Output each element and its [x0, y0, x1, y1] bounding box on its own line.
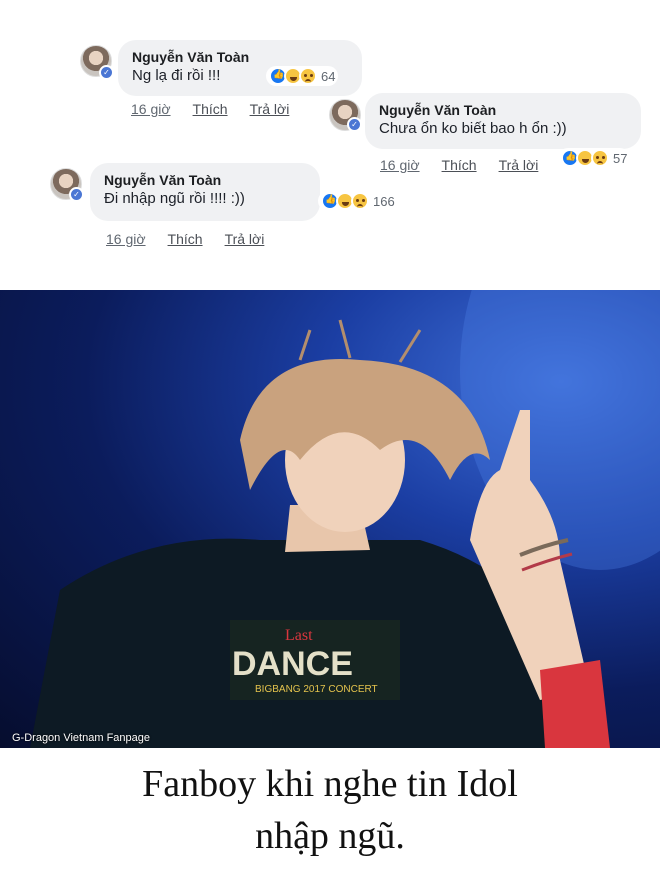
comment-actions: 16 giờ Thích Trả lời — [131, 101, 289, 117]
reactions-summary[interactable]: 64 — [266, 66, 339, 86]
reaction-count: 57 — [613, 150, 628, 166]
comment-text: Đi nhập ngũ rồi !!!! :)) — [104, 190, 245, 207]
caption-line-2: nhập ngũ. — [255, 815, 405, 857]
verified-icon: ✓ — [99, 65, 114, 80]
like-button[interactable]: Thích — [193, 101, 228, 117]
photo-illustration: Last DANCE BIGBANG 2017 CONCERT — [30, 290, 660, 748]
shirt-text-main: DANCE — [232, 645, 353, 683]
comment-author[interactable]: Nguyễn Văn Toàn — [379, 101, 627, 119]
comment-time[interactable]: 16 giờ — [131, 101, 171, 117]
reaction-count: 166 — [373, 193, 395, 209]
photo-watermark: G-Dragon Vietnam Fanpage — [12, 732, 150, 744]
caption-line-1: Fanboy khi nghe tin Idol — [142, 763, 518, 805]
like-button[interactable]: Thích — [168, 231, 203, 247]
comment-time[interactable]: 16 giờ — [106, 231, 146, 247]
reactions-summary[interactable]: 57 — [558, 148, 631, 168]
shirt-text-top: Last — [285, 627, 313, 644]
reaction-count: 64 — [321, 68, 336, 84]
comment-author[interactable]: Nguyễn Văn Toàn — [104, 171, 306, 189]
comment-time[interactable]: 16 giờ — [380, 157, 420, 173]
reply-button[interactable]: Trả lời — [225, 231, 265, 247]
comment-bubble: Nguyễn Văn Toàn Chưa ổn ko biết bao h ổn… — [365, 93, 641, 149]
sad-reaction-icon — [591, 149, 609, 167]
like-button[interactable]: Thích — [442, 157, 477, 173]
reply-button[interactable]: Trả lời — [499, 157, 539, 173]
reply-button[interactable]: Trả lời — [250, 101, 290, 117]
comment-actions: 16 giờ Thích Trả lời — [380, 157, 538, 173]
comment-bubble: Nguyễn Văn Toàn Đi nhập ngũ rồi !!!! :)) — [90, 163, 320, 221]
verified-icon: ✓ — [69, 187, 84, 202]
verified-icon: ✓ — [347, 117, 362, 132]
comment-actions: 16 giờ Thích Trả lời — [106, 231, 264, 247]
comment-author[interactable]: Nguyễn Văn Toàn — [132, 48, 348, 66]
concert-photo: Last DANCE BIGBANG 2017 CONCERT G-Dragon… — [0, 290, 660, 748]
sad-reaction-icon — [299, 67, 317, 85]
shirt-text-sub: BIGBANG 2017 CONCERT — [255, 684, 378, 695]
comment-text: Chưa ổn ko biết bao h ổn :)) — [379, 120, 567, 137]
sad-reaction-icon — [351, 192, 369, 210]
reactions-summary[interactable]: 166 — [318, 191, 398, 211]
